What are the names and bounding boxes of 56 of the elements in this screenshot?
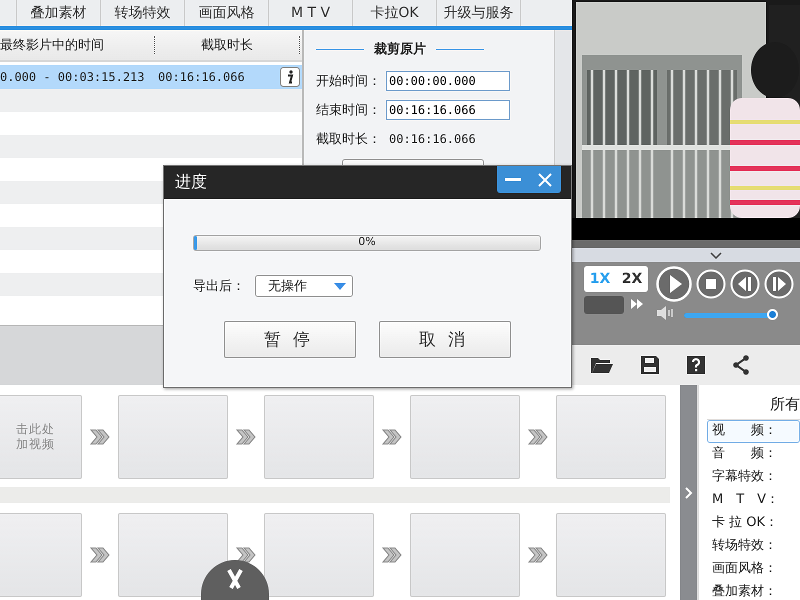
property-item[interactable]: 转场特效： xyxy=(707,535,800,558)
property-item[interactable]: 卡 拉 OK： xyxy=(707,512,800,535)
double-chevron-icon xyxy=(90,429,110,445)
tab[interactable]: 转场特效 xyxy=(101,0,185,26)
dialog-title: 进度 xyxy=(174,172,207,193)
tab[interactable]: 叠加素材 xyxy=(17,0,101,26)
field-label: 截取时长： xyxy=(316,130,382,148)
field-label: 结束时间： xyxy=(316,102,382,118)
share-icon[interactable] xyxy=(732,355,750,375)
table-cell-text: 00:16:16.066 xyxy=(158,70,246,84)
column-header: 截取时长 xyxy=(155,36,300,54)
add-video-hint: 击此处 加视频 xyxy=(16,422,55,452)
pause-button[interactable]: 暂停 xyxy=(224,321,356,358)
property-item[interactable]: 画面风格： xyxy=(707,558,800,581)
tab[interactable]: 画面风格 xyxy=(185,0,269,26)
duration-value: 00:16:16.066 xyxy=(388,132,476,146)
minimize-icon[interactable] xyxy=(505,178,521,182)
speed-toggle[interactable]: 2X xyxy=(616,271,648,287)
column-header: 最终影片中的时间 xyxy=(0,36,155,54)
property-item[interactable]: 音 频： xyxy=(707,443,800,466)
time-field[interactable]: 00:00:00.000 xyxy=(386,70,510,90)
double-chevron-icon xyxy=(236,547,256,563)
tab[interactable]: 升级与服务 xyxy=(437,0,521,26)
previous-frame-button[interactable] xyxy=(730,269,760,299)
double-chevron-icon xyxy=(90,547,110,563)
cancel-button[interactable]: 取消 xyxy=(379,321,511,358)
caret-icon xyxy=(334,282,346,290)
save-icon[interactable] xyxy=(640,355,660,375)
table-cell-text: 0.000 - 00:03:15.213 xyxy=(0,70,146,84)
stop-button[interactable] xyxy=(696,269,726,299)
collapse-handle[interactable] xyxy=(680,385,697,600)
scissors-overlay[interactable] xyxy=(201,560,269,600)
next-frame-button[interactable] xyxy=(764,269,794,299)
double-chevron-icon xyxy=(528,429,548,445)
field-label: 开始时间： xyxy=(316,72,382,90)
table-row[interactable]: 0.000 - 00:03:15.213 00:16:16.066 xyxy=(0,65,302,89)
double-chevron-icon xyxy=(382,547,402,563)
tab[interactable]: 卡拉OK xyxy=(353,0,437,26)
double-chevron-icon xyxy=(528,547,548,563)
double-chevron-icon xyxy=(236,429,256,445)
play-button[interactable] xyxy=(656,266,692,302)
after-export-dropdown[interactable]: 无操作 xyxy=(255,275,353,297)
folder-icon[interactable] xyxy=(590,356,614,374)
tab[interactable]: M T V xyxy=(269,0,353,26)
property-item[interactable]: 叠加素材： xyxy=(707,581,800,600)
property-item[interactable]: 视 频： xyxy=(707,420,800,443)
close-icon[interactable] xyxy=(538,172,552,186)
time-field[interactable]: 00:16:16.066 xyxy=(386,100,510,120)
info-icon[interactable] xyxy=(280,67,300,87)
property-item[interactable]: 字幕特效： xyxy=(707,466,800,489)
property-item[interactable]: M T V： xyxy=(707,489,800,512)
field-label: 导出后： xyxy=(193,278,245,295)
panel-title: 裁剪原片 xyxy=(374,40,426,58)
double-chevron-icon xyxy=(382,429,402,445)
help-icon[interactable] xyxy=(686,355,706,375)
progress-label: 0% xyxy=(357,235,377,248)
